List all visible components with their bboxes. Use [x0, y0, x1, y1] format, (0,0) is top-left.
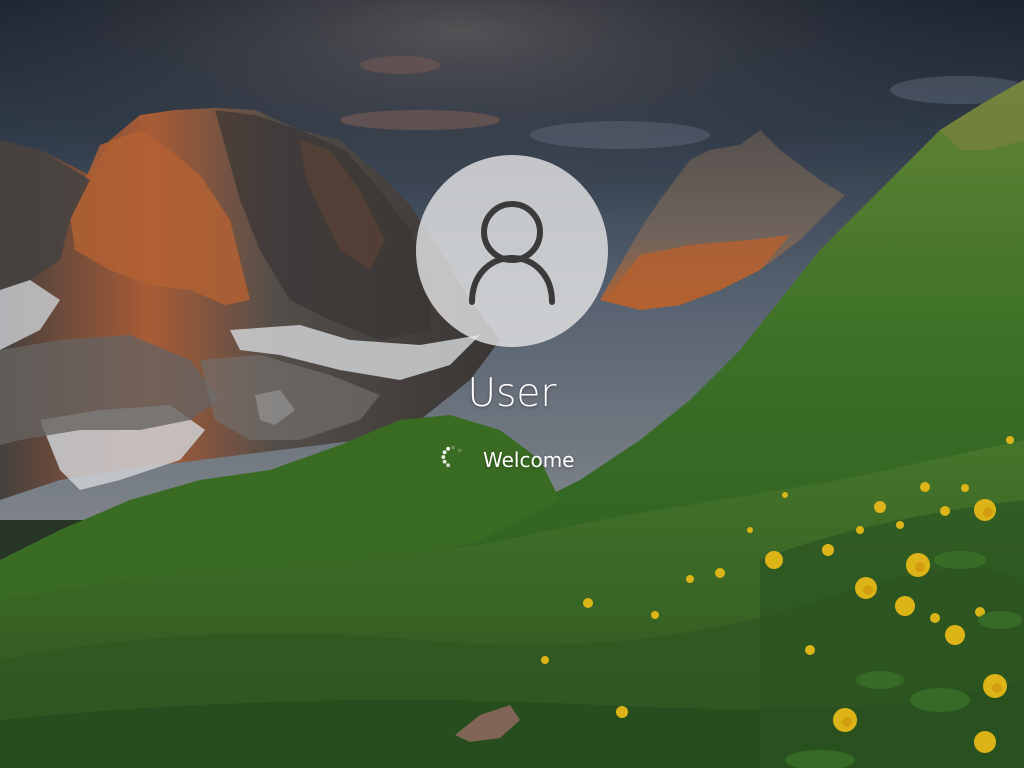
lock-screen: User Welcome	[0, 0, 1024, 768]
loading-spinner-icon	[441, 445, 462, 468]
user-name: User	[467, 371, 557, 416]
user-silhouette-icon	[469, 201, 555, 305]
user-avatar	[416, 155, 608, 347]
sign-in-status: Welcome	[440, 442, 640, 478]
status-text: Welcome	[483, 448, 575, 472]
